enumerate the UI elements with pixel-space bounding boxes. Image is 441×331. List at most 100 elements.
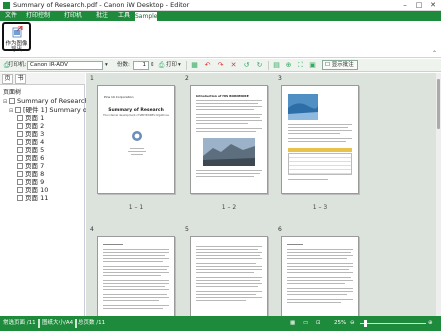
show-annotation-label: 显示批注 xyxy=(331,62,354,68)
page-thumbnail-6[interactable] xyxy=(281,236,359,316)
page-doc-subtitle: The internal development of SMP BIORES O… xyxy=(103,114,169,117)
tree-page[interactable]: 页面 2 xyxy=(17,122,44,130)
tree-page[interactable]: 页面 9 xyxy=(17,178,44,186)
page-settings-icon[interactable]: ▣ xyxy=(308,61,317,70)
printer-label: 打印机: xyxy=(8,62,27,68)
export-as-image-label: 作为图像导出 xyxy=(5,41,28,53)
undo-icon[interactable]: ↶ xyxy=(203,61,212,70)
maximize-button[interactable]: □ xyxy=(412,0,426,11)
page-number: 4 xyxy=(90,226,94,233)
page-icon xyxy=(17,139,23,145)
page-thumbnail-2[interactable]: Introduction of HIS BORNMORE xyxy=(190,85,268,194)
print-dropdown-icon[interactable]: ▾ xyxy=(178,60,181,71)
tree-root[interactable]: ⊟ Summary of Research xyxy=(3,97,89,105)
rotate-right-icon[interactable]: ↻ xyxy=(255,61,264,70)
copies-stepper-icon[interactable]: ⇕ xyxy=(150,60,155,71)
print-label[interactable]: 打印 xyxy=(166,60,177,71)
printer-icon[interactable]: ⎙ xyxy=(157,61,166,70)
page-thumbnail-4[interactable] xyxy=(97,236,175,316)
tree-page[interactable]: 页面 4 xyxy=(17,138,44,146)
sidebar-tabs: 页 书 xyxy=(0,73,85,85)
page-tree-panel: 页 书 页面树 ⊟ Summary of Research ⊟ [硬件 1] Sum… xyxy=(0,73,99,316)
page-table xyxy=(288,153,352,175)
redo-icon[interactable]: ↷ xyxy=(216,61,225,70)
tab-bookmarks[interactable]: 书 xyxy=(15,74,26,84)
copies-label: 份数: xyxy=(117,62,130,68)
toolbar: ⎙ 打印机: Canon iR-ADV ▾ 份数: 1 ⇕ ⎙ 打印 ▾ ▦ ↶… xyxy=(0,59,441,72)
page-icon xyxy=(17,115,23,121)
chevron-down-icon[interactable]: ▾ xyxy=(105,60,108,71)
zoom-icon[interactable]: ⊕ xyxy=(284,61,293,70)
status-bar: 常选页面 /11 图纸大小/A4 总页数 /11 ▦ ▭ ⊡ 25% ⊖ ⊕ xyxy=(0,316,441,331)
app-icon xyxy=(3,2,10,9)
status-total-pages: 总页数 /11 xyxy=(78,320,106,326)
copies-input[interactable]: 1 xyxy=(133,61,149,70)
export-image-icon xyxy=(12,26,23,38)
menu-file[interactable]: 文件 xyxy=(3,11,19,21)
minimize-button[interactable]: – xyxy=(398,0,412,11)
page-thumbnail-3[interactable] xyxy=(281,85,359,194)
fit-icon[interactable]: ⛶ xyxy=(296,61,305,70)
single-page-view-icon[interactable]: ▭ xyxy=(303,319,308,328)
tree-page[interactable]: 页面 10 xyxy=(17,186,48,194)
zoom-out-icon[interactable]: ⊖ xyxy=(350,319,355,328)
tree-page[interactable]: 页面 3 xyxy=(17,130,44,138)
page-caption: 1 – 3 xyxy=(312,204,328,211)
page-heading: Introduction of HIS BORNMORE xyxy=(196,94,249,98)
status-page-size: 图纸大小/A4 xyxy=(42,320,74,326)
page-number: 6 xyxy=(278,226,282,233)
scrollbar-thumb[interactable] xyxy=(437,79,440,129)
show-annotation-button[interactable]: ☐ 显示批注 xyxy=(322,60,358,70)
tree-page[interactable]: 页面 11 xyxy=(17,194,48,202)
company-logo-icon xyxy=(132,131,142,141)
tree-page[interactable]: 页面 7 xyxy=(17,162,44,170)
ribbon: 作为图像导出 ⌃ xyxy=(0,21,441,58)
copies-value: 1 xyxy=(142,62,147,68)
rotate-left-icon[interactable]: ↺ xyxy=(242,61,251,70)
page-thumbnail-5[interactable] xyxy=(190,236,268,316)
menu-printer[interactable]: 打印机 xyxy=(58,11,88,21)
page-icon xyxy=(17,163,23,169)
page-photo-icon xyxy=(288,94,318,120)
page-icon xyxy=(17,171,23,177)
menu-tools[interactable]: 工具 xyxy=(114,11,134,21)
page-icon xyxy=(17,179,23,185)
separator xyxy=(186,61,187,70)
menu-sample[interactable]: Sample xyxy=(134,11,158,21)
page-number: 2 xyxy=(185,75,189,82)
zoom-level: 25% xyxy=(334,320,347,326)
page-icon xyxy=(17,155,23,161)
page-tree-heading: 页面树 xyxy=(3,89,22,96)
menu-annotation[interactable]: 批注 xyxy=(92,11,112,21)
thumbnail-view-icon[interactable]: ▦ xyxy=(290,319,295,328)
fit-width-view-icon[interactable]: ⊡ xyxy=(316,319,321,328)
tree-page[interactable]: 页面 6 xyxy=(17,154,44,162)
zoom-slider-thumb[interactable] xyxy=(364,320,367,327)
vertical-scrollbar[interactable] xyxy=(436,73,441,316)
page-thumbnail-area[interactable]: 1 Pins 10 Corporation Summary of Researc… xyxy=(86,73,436,316)
title-bar: Summary of Research.pdf - Canon iW Deskt… xyxy=(0,0,441,11)
close-button[interactable]: ✕ xyxy=(426,0,440,11)
delete-icon[interactable]: ✕ xyxy=(229,61,238,70)
page-layout-icon[interactable]: ▤ xyxy=(272,61,281,70)
tree-page[interactable]: 页面 8 xyxy=(17,170,44,178)
page-icon xyxy=(17,147,23,153)
page-thumbnail-1[interactable]: Pins 10 Corporation Summary of Research … xyxy=(97,85,175,194)
grid-view-icon[interactable]: ▦ xyxy=(190,61,199,70)
page-icon xyxy=(17,131,23,137)
page-company: Pins 10 Corporation xyxy=(104,95,134,99)
zoom-slider[interactable] xyxy=(360,323,426,324)
tab-pages[interactable]: 页 xyxy=(2,74,13,84)
tree-page[interactable]: 页面 5 xyxy=(17,146,44,154)
page-caption: 1 – 1 xyxy=(128,204,144,211)
printer-select[interactable]: Canon iR-ADV xyxy=(27,61,103,70)
export-as-image-button[interactable]: 作为图像导出 xyxy=(2,22,31,53)
tree-page[interactable]: 页面 1 xyxy=(17,114,44,122)
page-icon xyxy=(17,195,23,201)
zoom-in-icon[interactable]: ⊕ xyxy=(428,319,433,328)
page-number: 5 xyxy=(185,226,189,233)
printer-select-value: Canon iR-ADV xyxy=(30,62,68,68)
ribbon-collapse-icon[interactable]: ⌃ xyxy=(432,50,437,57)
document-icon xyxy=(15,107,21,113)
menu-print-control[interactable]: 打印控制 xyxy=(22,11,54,21)
